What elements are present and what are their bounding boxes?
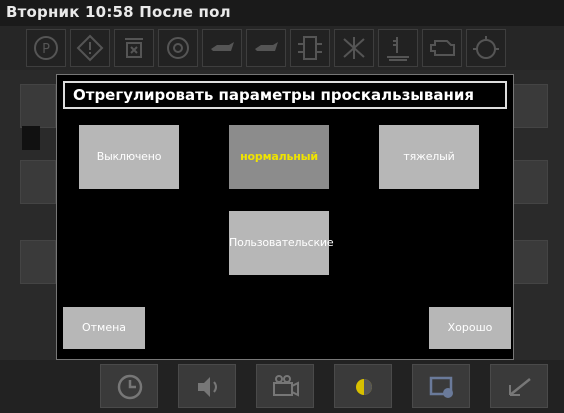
coolant-icon — [378, 29, 418, 67]
dialog-title: Отрегулировать параметры проскальзывания — [63, 81, 507, 109]
side-tile-left — [20, 84, 56, 128]
engine-outline-icon — [422, 29, 462, 67]
hydraulic-icon — [290, 29, 330, 67]
display-settings-icon[interactable] — [412, 364, 470, 408]
oil-pressure-icon — [466, 29, 506, 67]
warning-triangle-icon — [70, 29, 110, 67]
parking-brake-icon: P — [26, 29, 66, 67]
engine-icon — [158, 29, 198, 67]
option-off-button[interactable]: Выключено — [79, 125, 179, 189]
side-tile-left — [20, 240, 56, 284]
transmission-icon — [334, 29, 374, 67]
oil-can-icon — [202, 29, 242, 67]
speaker-icon[interactable] — [178, 364, 236, 408]
status-bar: Вторник 10:58 После пол — [0, 0, 564, 26]
side-tile-right — [512, 160, 548, 204]
status-text: Вторник 10:58 После пол — [6, 3, 231, 21]
option-normal-button[interactable]: нормальный — [229, 125, 329, 189]
cancel-button[interactable]: Отмена — [63, 307, 145, 349]
filter-icon — [114, 29, 154, 67]
ok-button[interactable]: Хорошо — [429, 307, 511, 349]
oil-can-icon — [246, 29, 286, 67]
bottom-toolbar — [0, 360, 564, 413]
svg-text:P: P — [42, 42, 50, 57]
warning-icon-row: P — [0, 26, 564, 70]
option-heavy-button[interactable]: тяжелый — [379, 125, 479, 189]
clock-icon[interactable] — [100, 364, 158, 408]
black-indicator — [22, 126, 40, 150]
side-tile-left — [20, 160, 56, 204]
brightness-icon[interactable] — [334, 364, 392, 408]
gauge-icon[interactable] — [490, 364, 548, 408]
side-tile-right — [512, 84, 548, 128]
camera-icon[interactable] — [256, 364, 314, 408]
option-custom-button[interactable]: Пользовательские — [229, 211, 334, 275]
side-tile-right — [512, 240, 548, 284]
slip-settings-dialog: Отрегулировать параметры проскальзывания… — [56, 74, 514, 360]
